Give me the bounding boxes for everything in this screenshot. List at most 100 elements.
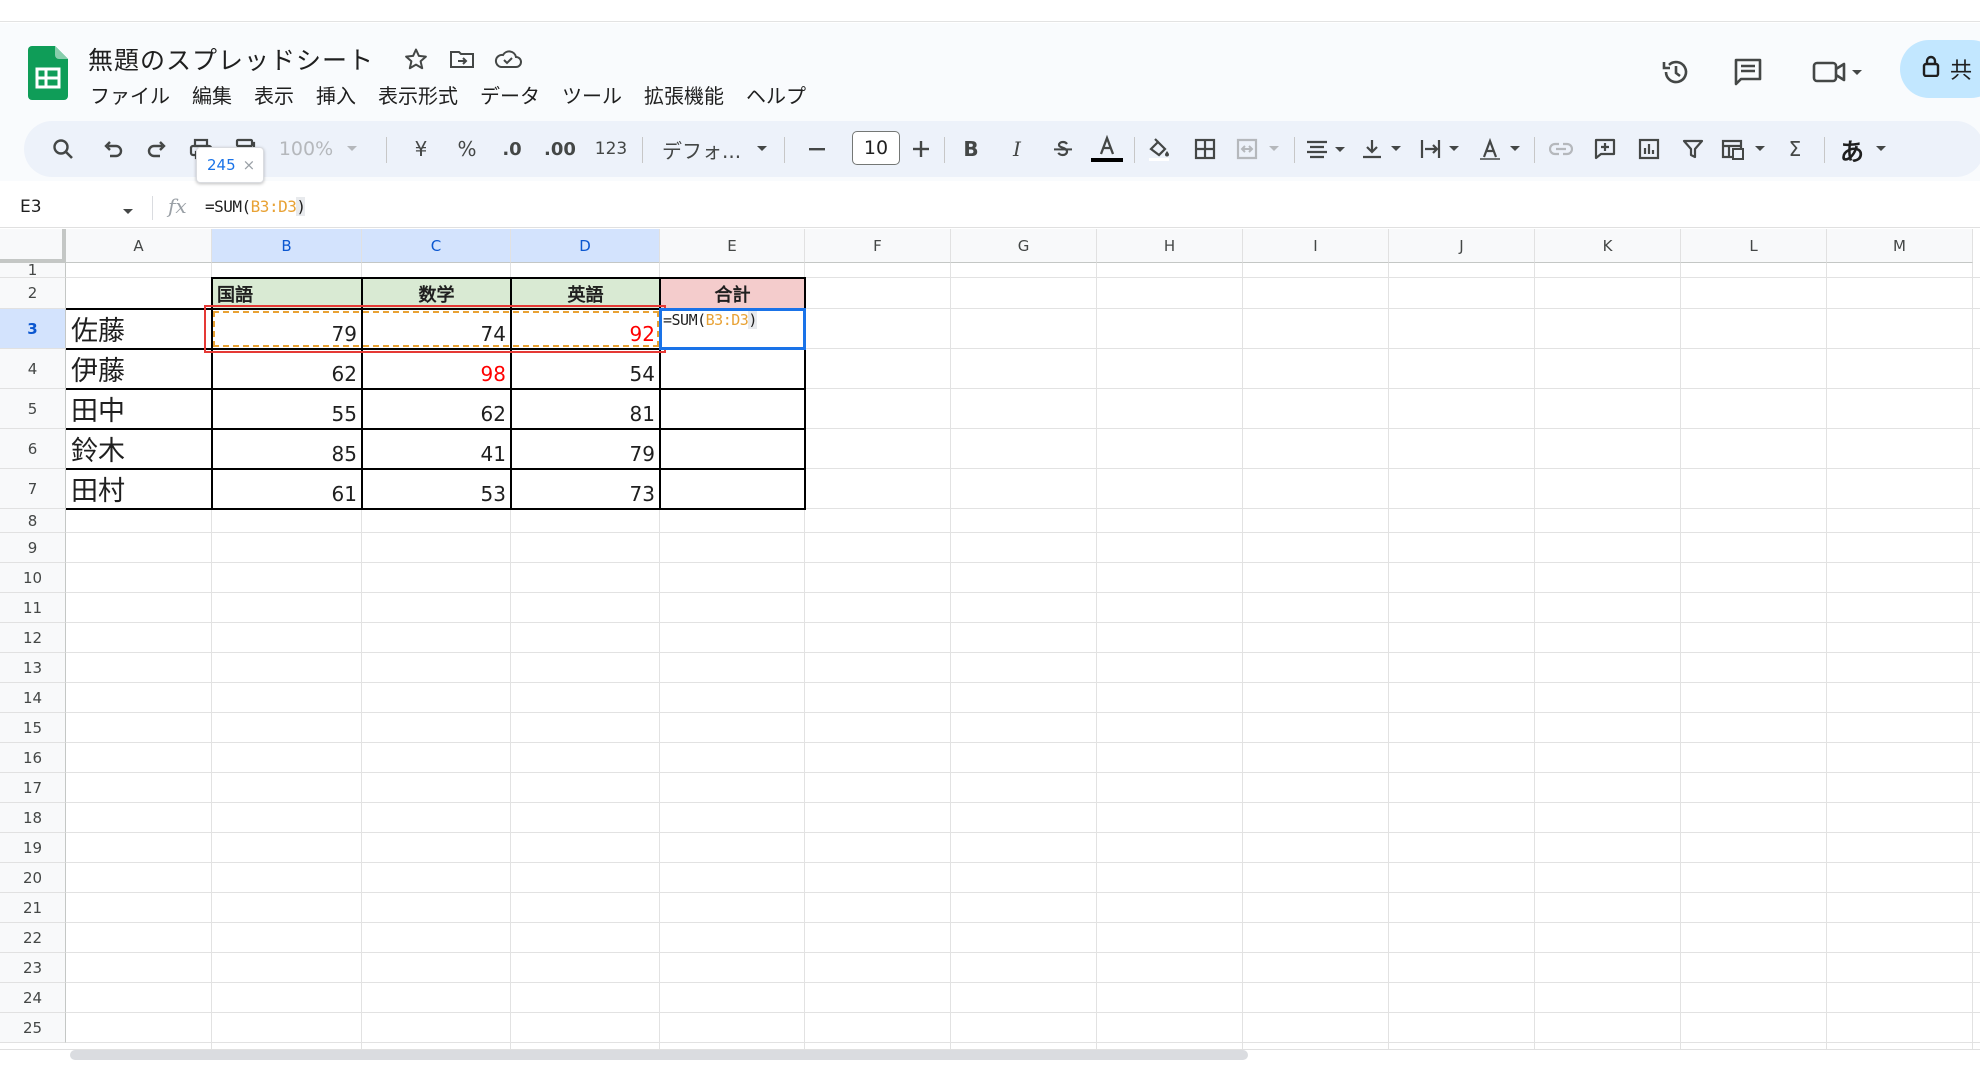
close-icon[interactable]: × <box>243 156 256 174</box>
version-history-icon[interactable] <box>1654 50 1698 94</box>
row-header-10[interactable]: 10 <box>0 563 66 593</box>
score-cell[interactable]: 41 <box>362 429 511 469</box>
column-header-a[interactable]: A <box>66 229 212 263</box>
row-header-13[interactable]: 13 <box>0 653 66 683</box>
row-header-22[interactable]: 22 <box>0 923 66 953</box>
menu-view[interactable]: 表示 <box>254 80 294 109</box>
merge-cells-icon[interactable] <box>1230 121 1264 177</box>
star-icon[interactable] <box>400 43 432 75</box>
score-cell[interactable]: 85 <box>212 429 362 469</box>
row-header-3[interactable]: 3 <box>0 309 66 349</box>
column-header-b[interactable]: B <box>212 229 362 263</box>
horizontal-align-icon[interactable] <box>1302 121 1352 177</box>
score-cell[interactable]: 62 <box>362 389 511 429</box>
decrease-font-size-icon[interactable] <box>800 121 834 177</box>
italic-button[interactable]: I <box>1000 121 1034 177</box>
percent-format-button[interactable]: % <box>450 121 484 177</box>
font-size-input[interactable]: 10 <box>852 131 900 165</box>
undo-icon[interactable] <box>96 121 130 177</box>
score-cell[interactable]: 62 <box>212 349 362 389</box>
row-header-17[interactable]: 17 <box>0 773 66 803</box>
redo-icon[interactable] <box>140 121 174 177</box>
formula-input[interactable]: =SUM(B3:D3) <box>205 197 306 216</box>
row-header-14[interactable]: 14 <box>0 683 66 713</box>
score-cell[interactable]: 81 <box>511 389 660 429</box>
row-header-2[interactable]: 2 <box>0 278 66 309</box>
fill-color-icon[interactable] <box>1142 121 1176 177</box>
row-header-4[interactable]: 4 <box>0 349 66 389</box>
increase-decimal-button[interactable]: .00 <box>536 121 584 177</box>
row-header-11[interactable]: 11 <box>0 593 66 623</box>
score-cell[interactable]: 55 <box>212 389 362 429</box>
functions-button[interactable]: Σ <box>1778 121 1812 177</box>
menu-help[interactable]: ヘルプ <box>746 80 806 109</box>
currency-format-button[interactable]: ¥ <box>404 121 438 177</box>
row-header-7[interactable]: 7 <box>0 469 66 509</box>
student-name-cell[interactable]: 伊藤 <box>66 349 212 389</box>
insert-chart-icon[interactable] <box>1632 121 1666 177</box>
select-all-corner[interactable] <box>0 229 66 263</box>
create-filter-icon[interactable] <box>1676 121 1710 177</box>
column-header-m[interactable]: M <box>1827 229 1973 263</box>
filter-views-icon[interactable] <box>1718 121 1772 177</box>
document-title[interactable]: 無題のスプレッドシート <box>88 41 374 77</box>
input-tools-button[interactable]: あ <box>1834 121 1870 177</box>
menu-edit[interactable]: 編集 <box>192 80 232 109</box>
row-header-23[interactable]: 23 <box>0 953 66 983</box>
score-cell[interactable]: 54 <box>511 349 660 389</box>
menu-tools[interactable]: ツール <box>562 80 622 109</box>
strikethrough-icon[interactable] <box>1046 121 1080 177</box>
font-chevron-icon[interactable] <box>750 121 774 177</box>
row-header-25[interactable]: 25 <box>0 1013 66 1043</box>
share-button[interactable]: 共 <box>1900 40 1980 98</box>
column-header-i[interactable]: I <box>1243 229 1389 263</box>
column-header-j[interactable]: J <box>1389 229 1535 263</box>
insert-link-icon[interactable] <box>1544 121 1578 177</box>
menu-file[interactable]: ファイル <box>90 80 170 109</box>
score-cell[interactable]: 98 <box>362 349 511 389</box>
column-header-g[interactable]: G <box>951 229 1097 263</box>
score-cell[interactable]: 73 <box>511 469 660 509</box>
student-name-cell[interactable]: 鈴木 <box>66 429 212 469</box>
column-header-k[interactable]: K <box>1535 229 1681 263</box>
menu-data[interactable]: データ <box>480 80 540 109</box>
row-header-5[interactable]: 5 <box>0 389 66 429</box>
vertical-align-icon[interactable] <box>1358 121 1408 177</box>
meet-video-icon[interactable] <box>1806 50 1870 94</box>
score-cell[interactable]: 61 <box>212 469 362 509</box>
text-color-icon[interactable] <box>1088 121 1126 177</box>
row-header-24[interactable]: 24 <box>0 983 66 1013</box>
score-cell[interactable]: 53 <box>362 469 511 509</box>
name-box[interactable]: E3 <box>20 197 42 217</box>
merge-chevron-icon[interactable] <box>1264 121 1284 177</box>
spreadsheet-grid[interactable]: ABCDEFGHIJKLM 1 2 3 4 5 6 7 8 9 10 11 12 13 14 15 16 17 1… <box>0 229 1980 1051</box>
search-menus-icon[interactable] <box>46 121 80 177</box>
text-wrapping-icon[interactable] <box>1416 121 1466 177</box>
row-header-16[interactable]: 16 <box>0 743 66 773</box>
menu-format[interactable]: 表示形式 <box>378 80 458 109</box>
student-name-cell[interactable]: 田村 <box>66 469 212 509</box>
total-header-cell[interactable]: 合計 <box>660 278 805 309</box>
zoom-chevron-icon[interactable] <box>342 121 362 177</box>
increase-font-size-icon[interactable] <box>904 121 938 177</box>
move-folder-icon[interactable] <box>446 43 478 75</box>
column-header-h[interactable]: H <box>1097 229 1243 263</box>
column-header-l[interactable]: L <box>1681 229 1827 263</box>
row-header-19[interactable]: 19 <box>0 833 66 863</box>
row-header-9[interactable]: 9 <box>0 533 66 563</box>
more-formats-button[interactable]: 123 <box>586 121 636 177</box>
name-box-chevron-icon[interactable] <box>122 201 134 220</box>
cloud-saved-icon[interactable] <box>492 43 524 75</box>
comments-icon[interactable] <box>1726 50 1770 94</box>
student-name-cell[interactable]: 田中 <box>66 389 212 429</box>
row-header-20[interactable]: 20 <box>0 863 66 893</box>
font-family-select[interactable]: デフォ... <box>654 121 758 177</box>
row-header-21[interactable]: 21 <box>0 893 66 923</box>
row-header-15[interactable]: 15 <box>0 713 66 743</box>
column-header-f[interactable]: F <box>805 229 951 263</box>
row-header-8[interactable]: 8 <box>0 509 66 533</box>
borders-icon[interactable] <box>1188 121 1222 177</box>
score-cell[interactable]: 79 <box>511 429 660 469</box>
sheets-logo-icon[interactable] <box>28 46 68 100</box>
horizontal-scrollbar[interactable] <box>70 1050 1248 1060</box>
